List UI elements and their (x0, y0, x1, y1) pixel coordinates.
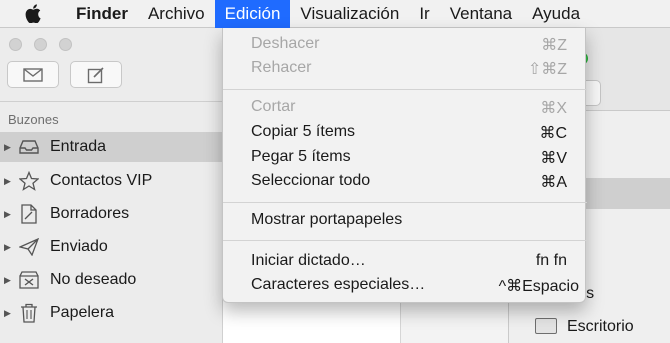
inbox-icon (18, 136, 40, 158)
menu-ventana[interactable]: Ventana (440, 0, 522, 28)
edit-menu-dropdown: Deshacer ⌘Z Rehacer ⇧⌘Z Cortar ⌘X Copiar… (222, 28, 587, 303)
apple-logo-icon (25, 4, 41, 23)
disclosure-triangle-icon[interactable]: ▶ (4, 176, 12, 187)
menu-item-label: Rehacer (251, 59, 312, 76)
menu-item-shortcut: ⌘A (540, 174, 567, 191)
mailbox-sidebar: Buzones ▶ Entrada ▶ Contactos VIP ▶ Borr… (0, 102, 222, 343)
menu-item-shortcut: ⌘X (540, 100, 567, 117)
menu-item-shortcut: ⌘C (539, 125, 567, 142)
desktop-icon (535, 317, 557, 334)
menu-separator (223, 202, 587, 203)
menu-edicion[interactable]: Edición (214, 0, 291, 28)
menu-item-shortcut: ⌘V (540, 150, 567, 167)
close-window-button[interactable] (9, 38, 22, 51)
menu-bar: Finder Archivo Edición Visualización Ir … (0, 0, 670, 28)
menu-archivo[interactable]: Archivo (138, 0, 215, 28)
menu-visualizacion[interactable]: Visualización (290, 0, 409, 28)
disclosure-triangle-icon[interactable]: ▶ (4, 275, 12, 286)
menu-ir[interactable]: Ir (409, 0, 439, 28)
star-icon (18, 170, 40, 192)
sidebar-header: Buzones (8, 112, 59, 127)
menu-item-label: Caracteres especiales… (251, 276, 426, 293)
minimize-window-button[interactable] (34, 38, 47, 51)
menu-item-copy[interactable]: Copiar 5 ítems ⌘C (223, 121, 587, 145)
finder-sidebar-label: Escritorio (567, 318, 634, 335)
menu-item-redo: Rehacer ⇧⌘Z (223, 57, 587, 81)
mailbox-label: Borradores (50, 205, 130, 222)
compose-icon (87, 66, 104, 83)
menu-item-undo: Deshacer ⌘Z (223, 33, 587, 57)
menu-item-shortcut: ^⌘Espacio (498, 278, 579, 295)
trash-icon (18, 302, 40, 324)
menu-item-paste[interactable]: Pegar 5 ítems ⌘V (223, 146, 587, 170)
menu-item-shortcut: fn fn (535, 252, 567, 269)
mailbox-item-trash[interactable]: ▶ Papelera (0, 298, 222, 328)
mailbox-item-inbox[interactable]: ▶ Entrada (0, 132, 222, 162)
apple-menu[interactable] (0, 0, 66, 28)
menu-item-label: Mostrar portapapeles (251, 211, 403, 228)
paper-plane-icon (18, 236, 40, 258)
menu-item-label: Deshacer (251, 35, 320, 52)
compose-button[interactable] (70, 61, 122, 88)
mailbox-label: Entrada (50, 138, 107, 155)
mailbox-item-drafts[interactable]: ▶ Borradores (0, 199, 222, 229)
mailbox-label: Papelera (50, 304, 115, 321)
mailbox-label: Contactos VIP (50, 172, 153, 189)
menu-item-start-dictation[interactable]: Iniciar dictado… fn fn (223, 250, 587, 274)
menu-item-label: Iniciar dictado… (251, 252, 366, 269)
menu-item-label: Copiar 5 ítems (251, 123, 356, 140)
disclosure-triangle-icon[interactable]: ▶ (4, 209, 12, 220)
junk-icon (18, 269, 40, 291)
menu-item-show-clipboard[interactable]: Mostrar portapapeles (223, 209, 587, 233)
mailbox-item-sent[interactable]: ▶ Enviado (0, 232, 222, 262)
finder-sidebar-item-desktop[interactable]: Escritorio (509, 311, 670, 342)
get-mail-button[interactable] (7, 61, 59, 88)
disclosure-triangle-icon[interactable]: ▶ (4, 308, 12, 319)
menu-item-label: Pegar 5 ítems (251, 148, 351, 165)
menu-item-special-characters[interactable]: Caracteres especiales… ^⌘Espacio (223, 274, 587, 298)
mailbox-item-junk[interactable]: ▶ No deseado (0, 265, 222, 295)
menu-ayuda[interactable]: Ayuda (522, 0, 590, 28)
mail-window: Buzones ▶ Entrada ▶ Contactos VIP ▶ Borr… (0, 28, 222, 343)
mailbox-label: No deseado (50, 271, 137, 288)
menu-separator (223, 240, 587, 241)
envelope-icon (23, 67, 43, 82)
zoom-window-button[interactable] (59, 38, 72, 51)
draft-icon (18, 203, 40, 225)
menu-item-select-all[interactable]: Seleccionar todo ⌘A (223, 170, 587, 194)
menu-item-shortcut: ⇧⌘Z (527, 61, 567, 78)
disclosure-triangle-icon[interactable]: ▶ (4, 142, 12, 153)
menu-item-cut: Cortar ⌘X (223, 96, 587, 120)
menu-separator (223, 89, 587, 90)
menu-finder[interactable]: Finder (66, 0, 138, 28)
menu-item-shortcut: ⌘Z (541, 37, 567, 54)
menu-item-label: Cortar (251, 98, 296, 115)
mailbox-item-vip[interactable]: ▶ Contactos VIP (0, 166, 222, 196)
menu-item-label: Seleccionar todo (251, 172, 371, 189)
disclosure-triangle-icon[interactable]: ▶ (4, 242, 12, 253)
mailbox-label: Enviado (50, 238, 108, 255)
